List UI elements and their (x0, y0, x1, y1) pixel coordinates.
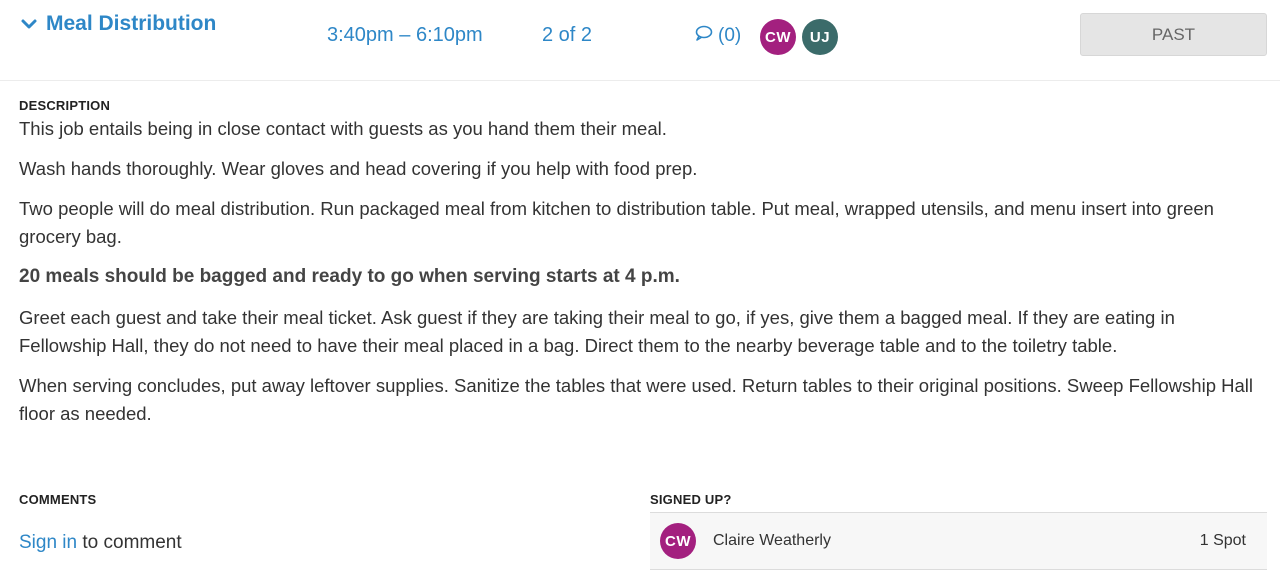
signed-up-row: CW Claire Weatherly 1 Spot (650, 512, 1267, 570)
past-status-button[interactable]: PAST (1080, 13, 1267, 56)
avatar-initials: UJ (809, 28, 831, 46)
slot-title-toggle[interactable]: Meal Distribution (20, 12, 216, 36)
signed-up-label: SIGNED UP? (650, 492, 732, 507)
comments-label: COMMENTS (19, 492, 97, 507)
avatar[interactable]: CW (760, 19, 796, 55)
description-label: DESCRIPTION (19, 98, 111, 113)
description-paragraph: Greet each guest and take their meal tic… (19, 307, 1175, 356)
slot-title: Meal Distribution (46, 12, 217, 35)
description-highlight: 20 meals should be bagged and ready to g… (19, 266, 680, 287)
description-paragraph: This job entails being in close contact … (19, 118, 667, 139)
description-paragraph: Wash hands thoroughly. Wear gloves and h… (19, 158, 698, 179)
description-section: DESCRIPTION This job entails being in cl… (19, 98, 1264, 440)
slot-header: Meal Distribution 3:40pm – 6:10pm 2 of 2… (0, 0, 1280, 81)
time-range: 3:40pm – 6:10pm (327, 24, 483, 46)
speech-bubble-icon (694, 24, 718, 48)
sign-in-suffix: to comment (77, 532, 182, 553)
volunteer-name: Claire Weatherly (713, 532, 831, 549)
slot-count: 2 of 2 (542, 24, 593, 46)
signed-up-section: SIGNED UP? CW Claire Weatherly 1 Spot (650, 492, 1267, 570)
sign-in-prompt: Sign in to comment (19, 532, 182, 554)
avatar-initials: CW (765, 28, 791, 46)
spot-count: 1 Spot (1199, 532, 1246, 549)
comments-count: (0) (718, 25, 742, 46)
avatar[interactable]: CW (660, 523, 696, 559)
comments-section: COMMENTS Sign in to comment (19, 492, 182, 554)
avatar[interactable]: UJ (802, 19, 838, 55)
avatar-initials: CW (665, 532, 691, 550)
chevron-down-icon (20, 15, 38, 33)
comments-link[interactable]: (0) (694, 24, 741, 48)
description-paragraph: Two people will do meal distribution. Ru… (19, 198, 1214, 247)
sign-in-link[interactable]: Sign in (19, 532, 77, 553)
description-paragraph: When serving concludes, put away leftove… (19, 375, 1253, 424)
